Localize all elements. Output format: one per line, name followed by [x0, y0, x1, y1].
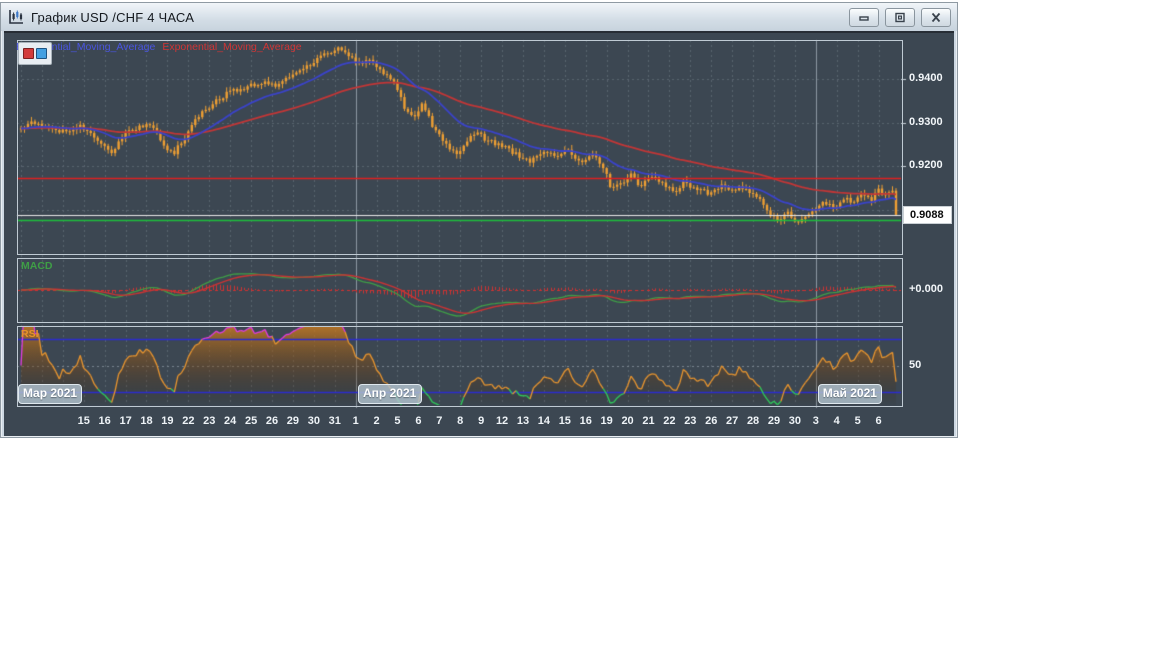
time-axis-label: 26 [705, 415, 718, 427]
price-scale-label: 0.9200 [909, 159, 943, 172]
time-axis-label: 29 [767, 415, 781, 427]
rsi-axis-label: 50 [909, 358, 922, 371]
time-axis-label: 17 [119, 415, 132, 427]
time-axis-label: 16 [579, 415, 592, 427]
legend-color-box[interactable] [18, 42, 52, 65]
time-axis-label: 3 [812, 415, 819, 427]
rsi-indicator-label: RSI [21, 328, 39, 340]
window-title: График USD /CHF 4 ЧАСА [31, 9, 195, 25]
time-axis-label: 15 [558, 415, 571, 427]
time-axis-label: 23 [684, 415, 697, 427]
time-axis-label: 23 [203, 415, 216, 427]
time-axis-label: 30 [788, 415, 802, 427]
minimize-button[interactable] [849, 8, 879, 27]
time-axis-label: 18 [140, 415, 153, 427]
time-axis-label: 5 [394, 415, 401, 427]
buy-color-swatch[interactable] [36, 48, 47, 59]
time-axis-label: 7 [436, 415, 443, 427]
time-axis-label: 20 [621, 415, 634, 427]
time-axis-label: 25 [244, 415, 258, 427]
restore-icon [895, 12, 905, 23]
sell-color-swatch[interactable] [23, 48, 34, 59]
time-axis-label: 24 [224, 415, 237, 427]
chart-window: График USD /CHF 4 ЧАСА Exponential_Movin… [0, 2, 958, 438]
time-axis-label: 31 [328, 415, 341, 427]
time-axis-label: 6 [875, 415, 882, 427]
close-icon [931, 12, 941, 23]
current-price-box: 0.9088 [903, 205, 952, 224]
time-axis-label: 5 [854, 415, 861, 427]
time-axis-label: 15 [77, 415, 90, 427]
ema-slow-legend-label: Exponential_Moving_Average [162, 41, 302, 53]
desktop: { "window": { "title": "График USD /CHF … [0, 0, 1152, 648]
price-scale-label: 0.9400 [909, 72, 943, 85]
time-axis-label: 4 [833, 415, 840, 427]
macd-axis-label: +0.000 [909, 283, 943, 295]
month-badge: Май 2021 [817, 384, 882, 404]
time-axis-label: 28 [746, 415, 760, 427]
month-badge: Апр 2021 [357, 384, 422, 404]
time-axis-label: 12 [495, 415, 509, 427]
restore-button[interactable] [885, 8, 915, 27]
minimize-icon [859, 15, 869, 21]
time-axis-label: 26 [265, 415, 279, 427]
price-scale-label: 0.9300 [909, 115, 943, 128]
time-axis-label: 2 [373, 415, 380, 427]
time-axis-label: 19 [161, 415, 174, 427]
ema-legend: Exponential_Moving_Average Exponential_Mo… [16, 41, 302, 53]
chart-app-icon [9, 10, 23, 24]
chart-client-area: Exponential_Moving_Average Exponential_Mo… [4, 31, 954, 436]
time-axis-label: 6 [415, 415, 422, 427]
time-axis-label: 27 [726, 415, 739, 427]
time-axis-label: 14 [537, 415, 551, 427]
time-axis-label: 22 [182, 415, 195, 427]
time-axis-label: 21 [642, 415, 655, 427]
time-axis-label: 16 [98, 415, 111, 427]
time-axis-label: 29 [286, 415, 300, 427]
close-button[interactable] [921, 8, 951, 27]
month-badge: Мар 2021 [18, 384, 82, 404]
time-axis-label: 8 [457, 415, 464, 427]
chart-canvas[interactable] [4, 33, 954, 434]
time-axis-label: 13 [516, 415, 530, 427]
time-axis-label: 9 [478, 415, 485, 427]
time-axis-label: 30 [307, 415, 320, 427]
macd-indicator-label: MACD [21, 260, 53, 272]
time-axis-label: 19 [600, 415, 613, 427]
window-titlebar[interactable]: График USD /CHF 4 ЧАСА [1, 3, 957, 31]
time-axis-label: 1 [352, 415, 359, 427]
time-axis-label: 22 [663, 415, 676, 427]
